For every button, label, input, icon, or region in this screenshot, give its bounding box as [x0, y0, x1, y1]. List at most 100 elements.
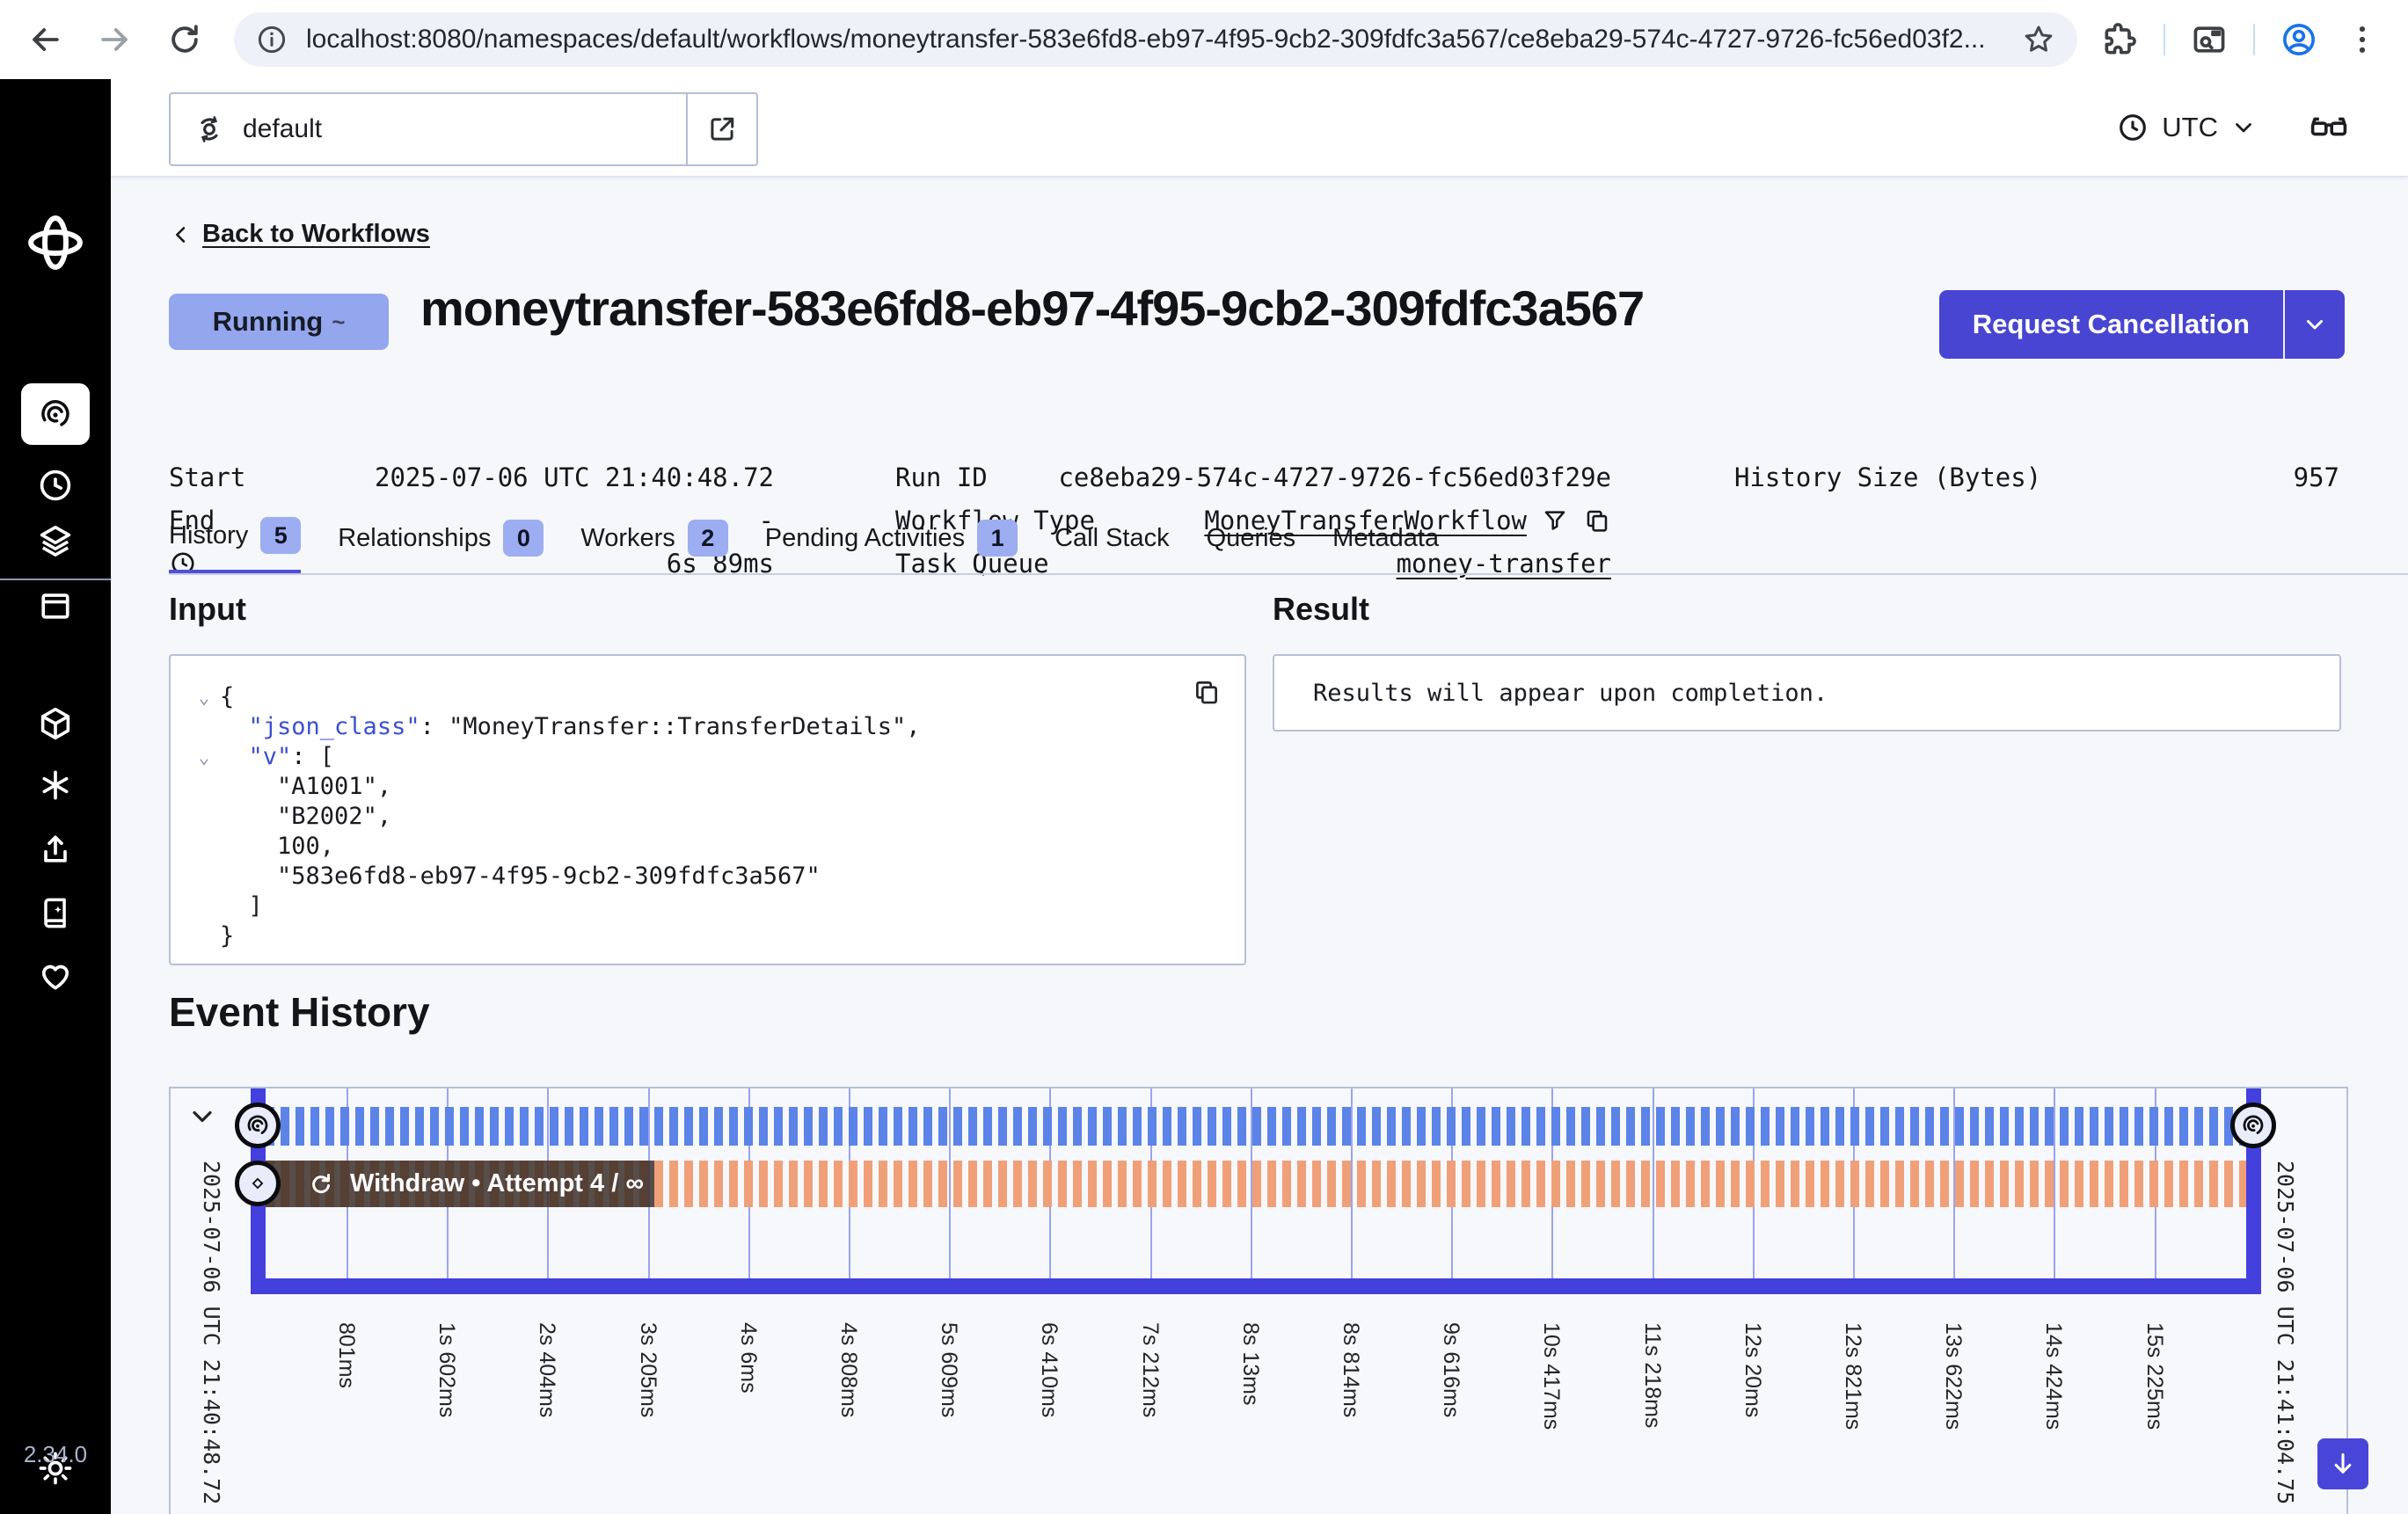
history-size-value: 957 — [2294, 462, 2339, 492]
sidebar-item-feedback[interactable] — [36, 957, 75, 995]
json-line-text: "json_class": "MoneyTransfer::TransferDe… — [220, 712, 921, 742]
sidebar-item-import[interactable] — [36, 830, 75, 869]
labs-glasses-icon[interactable] — [2308, 106, 2350, 149]
timezone-selector[interactable]: UTC — [2116, 111, 2257, 144]
workflow-execution-span[interactable] — [266, 1107, 2246, 1146]
workflow-spiral-icon — [244, 1112, 271, 1139]
namespace-icon — [192, 112, 227, 147]
json-line: "json_class": "MoneyTransfer::TransferDe… — [188, 712, 1218, 742]
meta-row-start: Start 2025-07-06 UTC 21:40:48.72 — [169, 455, 774, 499]
filter-funnel-icon[interactable] — [1541, 506, 1569, 535]
bookmark-star-icon[interactable] — [2021, 22, 2056, 57]
event-history-timeline: 801ms1s 602ms2s 404ms3s 205ms4s 6ms4s 80… — [169, 1087, 2348, 1514]
json-fold-chevron-icon[interactable]: ⌄ — [188, 742, 220, 772]
temporal-logo-icon[interactable] — [24, 211, 87, 274]
tab-relationships[interactable]: Relationships0 — [338, 517, 544, 575]
app-version: 2.34.0 — [0, 1441, 111, 1468]
timeline-tick-label: 7s 212ms — [1137, 1322, 1163, 1417]
copy-icon[interactable] — [1192, 677, 1222, 707]
sidebar-item-asterisk[interactable] — [36, 766, 75, 804]
json-line: 100, — [188, 832, 1218, 862]
download-history-button[interactable] — [2317, 1438, 2368, 1489]
chevron-down-icon — [2230, 114, 2257, 141]
sidebar-item-nexus[interactable] — [35, 703, 76, 744]
back-to-workflows-label: Back to Workflows — [202, 220, 430, 249]
timeline-tick-label: 4s 6ms — [735, 1322, 761, 1394]
tab-workers[interactable]: Workers2 — [580, 517, 727, 575]
tab-label: Workers — [580, 524, 675, 553]
tab-label: Call Stack — [1054, 524, 1170, 553]
timeline-tick-label: 12s 20ms — [1740, 1322, 1765, 1417]
event-history-heading: Event History — [169, 988, 430, 1036]
copy-icon[interactable] — [1583, 506, 1611, 535]
site-info-icon[interactable] — [255, 23, 288, 56]
run-id-value: ce8eba29-574c-4727-9726-fc56ed03f29e — [1058, 462, 1611, 492]
timezone-value: UTC — [2162, 112, 2218, 143]
result-heading: Result — [1273, 591, 1369, 628]
external-link-icon — [705, 113, 739, 146]
json-line-text: "A1001", — [220, 772, 391, 802]
json-line-text: } — [220, 921, 234, 951]
chevron-down-icon — [2302, 311, 2328, 338]
result-placeholder: Results will appear upon completion. — [1313, 680, 1828, 707]
side-panel-icon[interactable] — [2190, 20, 2229, 59]
json-line-text: "B2002", — [220, 802, 391, 832]
namespace-selector[interactable]: default — [169, 92, 758, 166]
sidebar-item-archive[interactable] — [36, 586, 75, 625]
workflow-title: moneytransfer-583e6fd8-eb97-4f95-9cb2-30… — [420, 280, 1644, 337]
timeline-tick-label: 9s 616ms — [1438, 1322, 1463, 1417]
request-cancellation-button[interactable]: Request Cancellation — [1939, 290, 2345, 359]
tab-queries[interactable]: Queries — [1207, 517, 1296, 575]
json-fold-chevron-icon[interactable]: ⌄ — [188, 682, 220, 712]
json-line: } — [188, 921, 1218, 951]
arrow-down-icon — [2328, 1449, 2358, 1479]
menu-kebab-icon[interactable] — [2343, 20, 2382, 59]
tab-count-badge: 0 — [503, 520, 544, 557]
sidebar-item-docs[interactable] — [36, 893, 75, 932]
input-card: ⌄{ "json_class": "MoneyTransfer::Transfe… — [169, 654, 1246, 965]
timeline-tick-label: 6s 410ms — [1036, 1322, 1062, 1417]
diamond-icon — [247, 1173, 268, 1194]
timeline-tick-label: 15s 225ms — [2142, 1322, 2167, 1430]
workflow-end-marker[interactable] — [2230, 1103, 2276, 1148]
tab-history[interactable]: History5 — [169, 517, 301, 575]
sidebar-item-schedules[interactable] — [36, 466, 75, 505]
sidebar-item-deployments[interactable] — [35, 520, 76, 561]
namespace-open-button[interactable] — [688, 94, 756, 164]
namespace-selector-value[interactable]: default — [171, 94, 686, 164]
extensions-icon[interactable] — [2100, 20, 2139, 59]
status-pulse-indicator: ~ — [332, 309, 345, 336]
input-heading: Input — [169, 591, 246, 628]
tab-label: Queries — [1207, 524, 1296, 553]
profile-icon[interactable] — [2280, 20, 2318, 59]
json-line-text: ] — [220, 892, 263, 921]
timeline-tick-label: 8s 814ms — [1338, 1322, 1363, 1417]
url-bar[interactable]: localhost:8080/namespaces/default/workfl… — [234, 12, 2077, 67]
cancellation-menu-button[interactable] — [2285, 290, 2345, 359]
timeline-axis-bar — [251, 1278, 2261, 1294]
json-line-text: "583e6fd8-eb97-4f95-9cb2-309fdfc3a567" — [220, 862, 821, 892]
namespace-name: default — [243, 114, 322, 144]
browser-actions — [2100, 20, 2382, 59]
timeline-expand-chevron-icon[interactable] — [186, 1101, 218, 1132]
json-gutter — [188, 921, 220, 951]
forward-arrow-icon[interactable] — [95, 20, 134, 59]
tab-label: Metadata — [1332, 524, 1439, 553]
json-gutter — [188, 832, 220, 862]
tab-call-stack[interactable]: Call Stack — [1054, 517, 1170, 575]
back-to-workflows-link[interactable]: Back to Workflows — [169, 220, 430, 249]
meta-row-history-size: History Size (Bytes) 957 — [1734, 455, 2339, 499]
back-arrow-icon[interactable] — [26, 20, 65, 59]
activity-tooltip: Withdraw • Attempt 4 / ∞ — [266, 1161, 654, 1207]
meta-label: Run ID — [895, 462, 988, 492]
tab-metadata[interactable]: Metadata — [1332, 517, 1439, 575]
tab-pending-activities[interactable]: Pending Activities1 — [765, 517, 1018, 575]
timeline-tick-label: 10s 417ms — [1538, 1322, 1564, 1430]
workflow-start-marker[interactable] — [235, 1103, 281, 1148]
meta-label: Start — [169, 462, 245, 492]
request-cancellation-label[interactable]: Request Cancellation — [1939, 290, 2285, 359]
timeline-tick-label: 5s 609ms — [936, 1322, 961, 1417]
reload-icon[interactable] — [165, 20, 204, 59]
sidebar-item-workflows[interactable] — [21, 383, 90, 445]
activity-marker[interactable] — [235, 1161, 281, 1206]
